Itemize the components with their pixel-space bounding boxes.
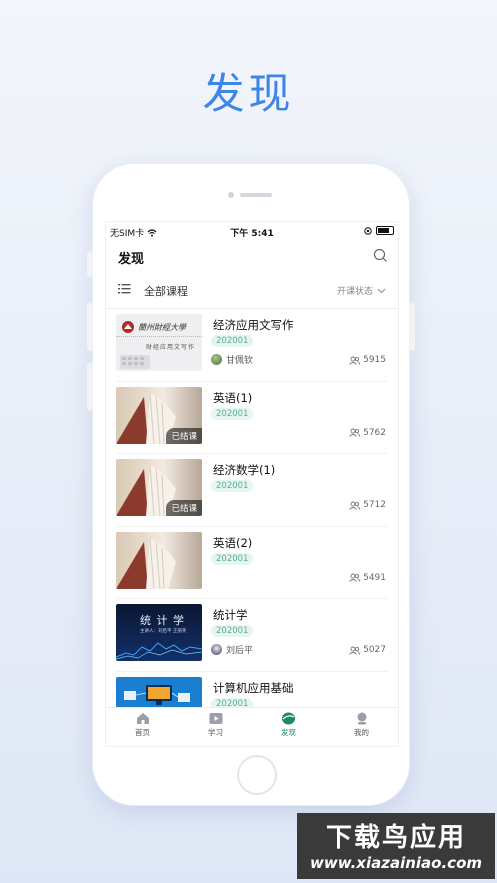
course-thumbnail: 统 计 学 主讲人：刘后平 王丽英	[116, 604, 202, 661]
thumb-course-name: 财经应用文写作	[146, 344, 196, 351]
course-status-dropdown[interactable]: 开课状态	[337, 284, 386, 297]
filter-row: 全部课程 开课状态	[106, 272, 398, 309]
course-item[interactable]: 已结课 英语(1) 202001 5762	[116, 382, 388, 454]
volume-up-button	[87, 303, 93, 351]
course-item[interactable]: 统 计 学 主讲人：刘后平 王丽英 统计学 202001 刘后平 5027	[116, 599, 388, 672]
profile-icon	[357, 712, 366, 725]
users-icon	[349, 428, 361, 437]
thumb-course-name: 统 计 学	[140, 614, 185, 627]
enrollment-count: 5491	[349, 573, 386, 583]
course-title: 英语(1)	[213, 390, 253, 405]
orientation-lock-icon	[364, 226, 372, 235]
course-item[interactable]: 蘭州財經大學 财经应用文写作 经济应用文写作 202001 甘佩钦 5915	[116, 309, 388, 382]
search-icon[interactable]	[373, 248, 388, 263]
teacher-avatar	[211, 354, 222, 365]
course-thumbnail: 已结课	[116, 386, 202, 444]
course-term-badge: 202001	[211, 407, 254, 420]
course-title: 经济数学(1)	[213, 463, 276, 477]
status-time: 下午 5:41	[230, 229, 274, 239]
watermark-title: 下载鸟应用	[325, 823, 466, 853]
mute-switch	[87, 251, 93, 277]
enrollment-number: 5915	[363, 355, 386, 365]
home-icon	[136, 713, 149, 724]
course-title: 计算机应用基础	[213, 680, 294, 695]
course-term-badge: 202001	[211, 552, 254, 565]
thumb-divider	[116, 336, 202, 337]
course-item[interactable]: 英语(2) 202001 5491	[116, 527, 388, 599]
course-term-badge: 202001	[211, 625, 254, 637]
ended-badge: 已结课	[166, 427, 202, 444]
play-icon	[209, 713, 222, 724]
users-icon	[349, 501, 361, 510]
front-camera	[228, 192, 234, 198]
tab-label: 首页	[135, 728, 150, 737]
tab-label: 发现	[281, 728, 296, 737]
chevron-down-icon	[377, 288, 386, 293]
battery-icon	[376, 226, 394, 235]
enrollment-count: 5712	[349, 500, 386, 510]
course-title: 统计学	[213, 608, 248, 622]
home-button[interactable]	[237, 755, 277, 795]
enrollment-count: 5762	[349, 428, 386, 438]
nav-bar: 发现	[106, 242, 398, 270]
course-item[interactable]: 已结课 经济数学(1) 202001 5712	[116, 454, 388, 527]
status-bar: 无SIM卡 下午 5:41	[106, 222, 398, 242]
course-thumbnail	[116, 531, 202, 589]
tab-discover[interactable]: 发现	[252, 708, 325, 746]
users-icon	[349, 573, 361, 582]
all-courses-filter[interactable]: 全部课程	[144, 283, 188, 299]
teacher-name: 甘佩钦	[226, 356, 254, 366]
thumb-lecturers: 主讲人：刘后平 王丽英	[140, 629, 187, 634]
course-list: 蘭州財經大學 财经应用文写作 经济应用文写作 202001 甘佩钦 5915 已…	[106, 309, 398, 744]
tab-bar: 首页 学习 发现 我的	[106, 707, 398, 746]
tab-label: 我的	[354, 728, 369, 737]
course-term-badge: 202001	[211, 480, 254, 492]
tab-label: 学习	[208, 728, 223, 737]
teacher-avatar	[211, 644, 222, 655]
phone-frame: 无SIM卡 下午 5:41 发现 全部课程 开课状态 蘭州財經大學 财经应用文写…	[87, 163, 415, 806]
app-screen: 无SIM卡 下午 5:41 发现 全部课程 开课状态 蘭州財經大學 财经应用文写…	[105, 221, 399, 747]
power-button	[409, 303, 415, 351]
list-icon[interactable]	[118, 283, 131, 294]
course-title: 经济应用文写作	[213, 318, 294, 332]
chart-decoration	[116, 642, 202, 660]
course-term-badge: 202001	[211, 335, 254, 347]
enrollment-number: 5712	[363, 500, 386, 510]
tab-study[interactable]: 学习	[179, 708, 252, 746]
enrollment-number: 5027	[363, 645, 386, 655]
keyboard-decoration	[120, 355, 150, 369]
users-icon	[349, 356, 361, 365]
watermark-url: www.xiazainiao.com	[309, 854, 483, 872]
enrollment-number: 5491	[363, 572, 386, 583]
enrollment-count: 5027	[349, 645, 386, 655]
course-thumbnail: 蘭州財經大學 财经应用文写作	[116, 314, 202, 371]
teacher-name: 刘后平	[226, 646, 254, 656]
enrollment-count: 5915	[349, 355, 386, 365]
watermark-logo: 下载鸟应用 www.xiazainiao.com	[297, 813, 495, 879]
earpiece-speaker	[240, 193, 272, 197]
ended-badge: 已结课	[166, 500, 202, 516]
enrollment-number: 5762	[363, 427, 386, 438]
university-logo-icon	[122, 321, 134, 333]
hero-title: 发现	[202, 69, 295, 118]
course-thumbnail: 已结课	[116, 459, 202, 516]
discover-icon	[282, 712, 295, 725]
tab-home[interactable]: 首页	[106, 708, 179, 746]
course-teacher: 刘后平	[211, 643, 253, 656]
course-teacher: 甘佩钦	[211, 353, 253, 366]
course-status-label: 开课状态	[336, 287, 373, 297]
thumb-university-name: 蘭州財經大學	[138, 323, 186, 332]
nav-title: 发现	[118, 252, 145, 267]
users-icon	[349, 646, 361, 655]
tab-mine[interactable]: 我的	[325, 708, 398, 746]
course-title: 英语(2)	[213, 535, 253, 550]
book-image	[116, 537, 176, 589]
volume-down-button	[87, 363, 93, 411]
status-right	[364, 226, 394, 235]
